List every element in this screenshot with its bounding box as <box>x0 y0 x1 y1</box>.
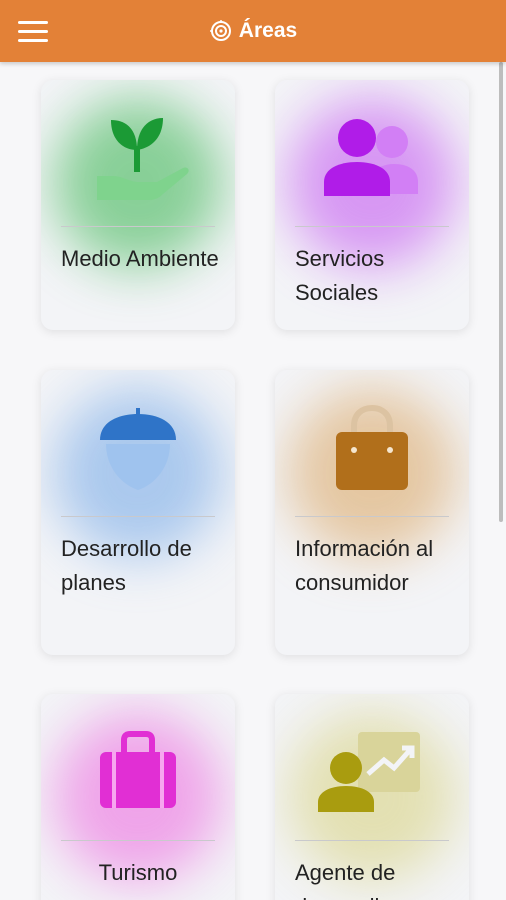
area-label: Medio Ambiente <box>61 246 219 271</box>
area-card-medio-ambiente[interactable]: Medio Ambiente <box>41 80 235 330</box>
page-title: Áreas <box>238 19 298 42</box>
card-divider <box>295 226 449 227</box>
card-divider <box>295 516 449 517</box>
area-label: Desarrollo de planes <box>61 536 192 595</box>
area-card-desarrollo-planes[interactable]: Desarrollo de planes <box>41 370 235 655</box>
card-divider <box>295 840 449 841</box>
app-title: Áreas <box>0 0 506 62</box>
area-label: Turismo <box>98 860 178 885</box>
people-icon <box>275 110 469 210</box>
area-label: Información al consumidor <box>295 536 434 595</box>
suitcase-icon <box>41 724 235 824</box>
plant-hand-icon <box>41 110 235 210</box>
area-label: Servicios Sociales <box>295 246 385 305</box>
card-divider <box>61 840 215 841</box>
shopping-bag-icon <box>275 400 469 500</box>
area-card-turismo[interactable]: Turismo <box>41 694 235 900</box>
area-label: Agente de desarrollo <box>295 860 396 900</box>
area-card-informacion-consumidor[interactable]: Información al consumidor <box>275 370 469 655</box>
scrollbar[interactable] <box>499 62 503 522</box>
presentation-icon <box>275 724 469 824</box>
app-bar: Áreas <box>0 0 506 62</box>
card-divider <box>61 516 215 517</box>
card-divider <box>61 226 215 227</box>
target-icon <box>209 20 231 41</box>
acorn-icon <box>41 400 235 500</box>
area-card-servicios-sociales[interactable]: Servicios Sociales <box>275 80 469 330</box>
area-card-agente-desarrollo[interactable]: Agente de desarrollo <box>275 694 469 900</box>
